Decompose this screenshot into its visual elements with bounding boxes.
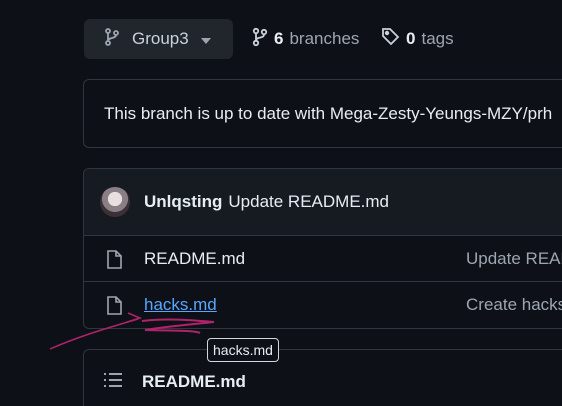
readme-header: README.md bbox=[84, 350, 562, 406]
branch-status-box: This branch is up to date with Mega-Zest… bbox=[83, 79, 562, 148]
tags-link[interactable]: 0 tags bbox=[381, 19, 454, 59]
file-name-link[interactable]: hacks.md bbox=[144, 295, 217, 315]
readme-title: README.md bbox=[142, 372, 246, 391]
list-item: README.md Update READ bbox=[84, 236, 562, 282]
tooltip: hacks.md bbox=[207, 338, 279, 362]
branches-label: branches bbox=[289, 29, 360, 48]
file-list: Unlqsting Update README.md README.md Upd… bbox=[83, 168, 562, 329]
tags-count: 0 bbox=[406, 29, 416, 48]
branches-link[interactable]: 6 branches bbox=[252, 19, 359, 59]
file-commit-message[interactable]: Create hacks bbox=[466, 295, 562, 315]
git-branch-icon bbox=[252, 27, 268, 52]
avatar[interactable] bbox=[100, 187, 130, 217]
branches-count: 6 bbox=[274, 29, 284, 48]
git-branch-icon bbox=[104, 27, 120, 51]
file-icon bbox=[106, 250, 122, 274]
file-commit-message[interactable]: Update READ bbox=[466, 249, 562, 269]
file-icon bbox=[106, 296, 122, 320]
branch-status-text: This branch is up to date with Mega-Zest… bbox=[104, 103, 553, 123]
list-item: hacks.md Create hacks bbox=[84, 282, 562, 328]
tag-icon bbox=[381, 27, 400, 51]
branch-select-button[interactable]: Group3 bbox=[84, 19, 233, 59]
latest-commit-row: Unlqsting Update README.md bbox=[84, 169, 562, 236]
chevron-down-icon bbox=[200, 29, 211, 49]
branch-name: Group3 bbox=[132, 29, 189, 48]
commit-message[interactable]: Update README.md bbox=[228, 192, 389, 212]
tags-label: tags bbox=[421, 29, 454, 48]
commit-author[interactable]: Unlqsting bbox=[144, 192, 222, 212]
list-icon[interactable] bbox=[104, 372, 122, 392]
file-name-link[interactable]: README.md bbox=[144, 249, 245, 269]
readme-box: README.md bbox=[83, 349, 562, 406]
